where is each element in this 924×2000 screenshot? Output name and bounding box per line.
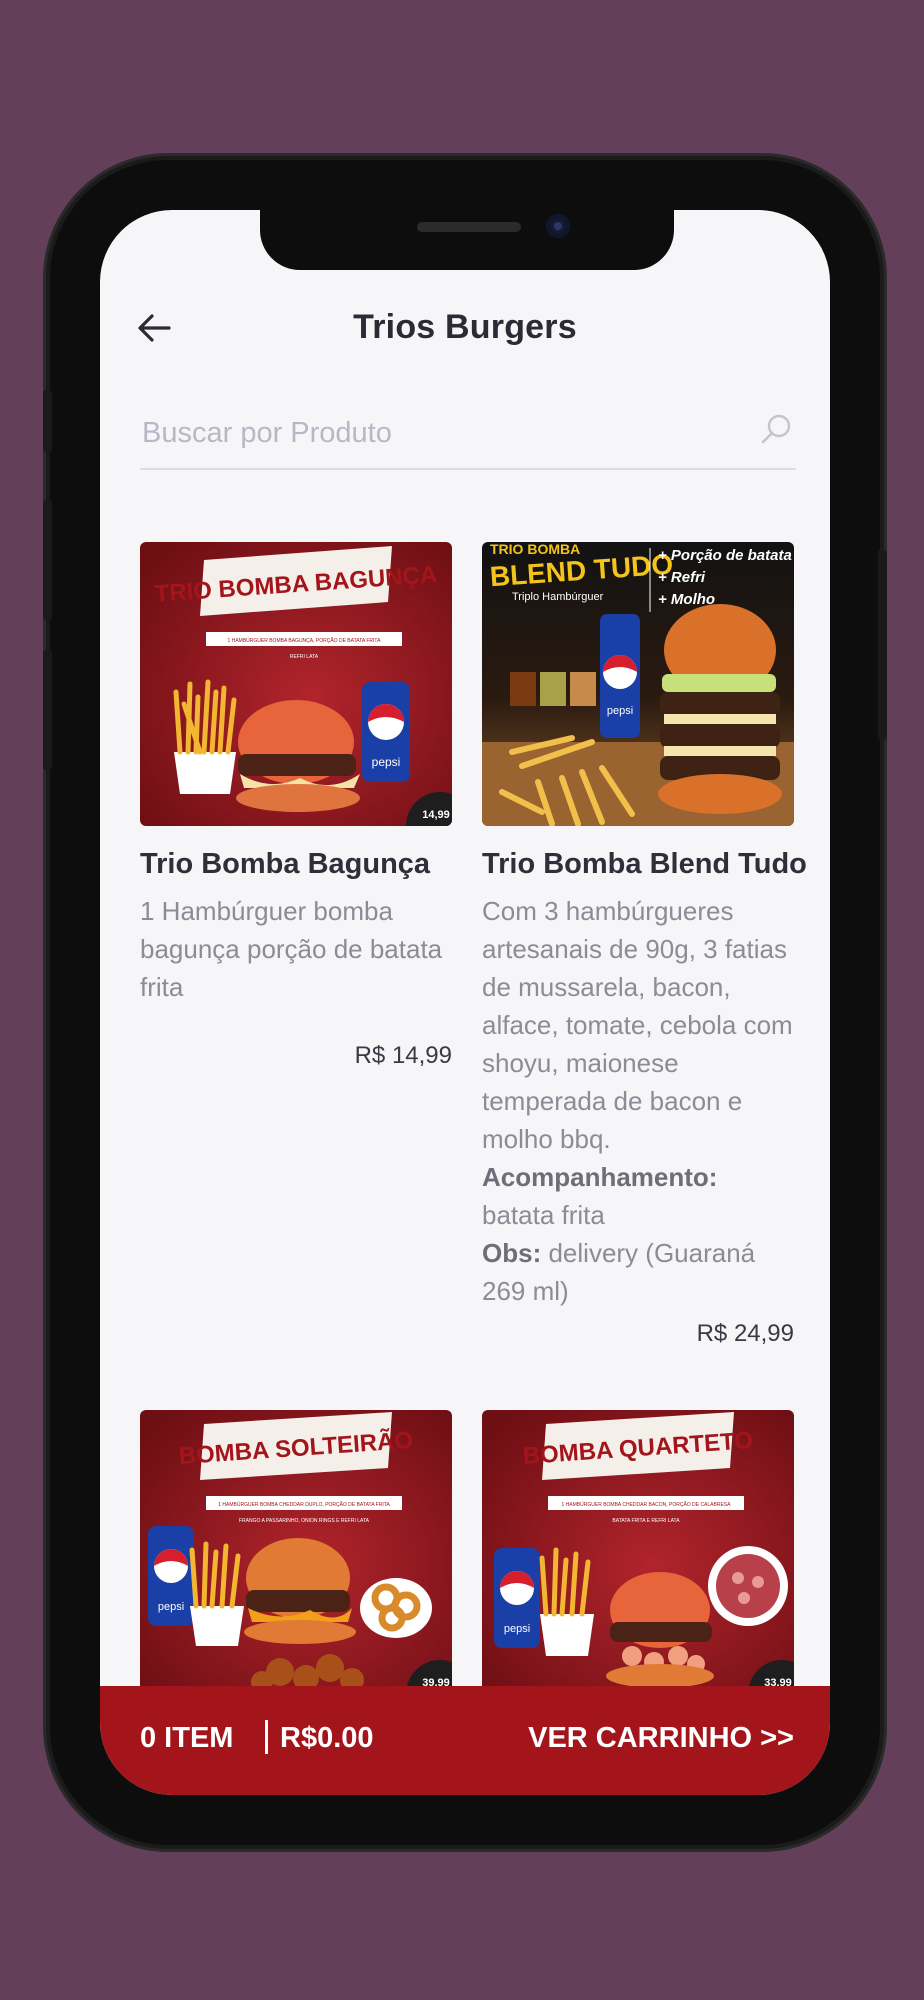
- product-photo: TRIO BOMBA BLEND TUDO Triplo Hambúrguer …: [482, 542, 794, 826]
- svg-text:pepsi: pepsi: [372, 755, 401, 769]
- svg-text:1 HAMBÚRGUER BOMBA CHEDDAR DUP: 1 HAMBÚRGUER BOMBA CHEDDAR DUPLO, PORÇÃO…: [218, 1501, 390, 1508]
- cart-divider: [265, 1720, 268, 1754]
- app-screen: Trios Burgers TRIO: [100, 210, 830, 1795]
- svg-text:pepsi: pepsi: [607, 705, 633, 717]
- product-photo: BOMBA SOLTEIRÃO 1 HAMBÚRGUER BOMBA CHEDD…: [140, 1410, 452, 1694]
- svg-text:Triplo Hambúrguer: Triplo Hambúrguer: [512, 591, 604, 603]
- svg-text:1 HAMBÚRGUER BOMBA BAGUNÇA, PO: 1 HAMBÚRGUER BOMBA BAGUNÇA, PORÇÃO DE BA…: [228, 637, 382, 644]
- svg-text:+ Porção de batata: + Porção de batata: [658, 547, 792, 564]
- product-name: Trio Bomba Bagunça: [140, 848, 431, 880]
- obs-label: Obs:: [482, 1238, 542, 1268]
- search-bar: [140, 400, 796, 470]
- product-card[interactable]: TRIO BOMBA BAGUNÇA 1 HAMBÚRGUER BOMBA BA…: [140, 542, 452, 1082]
- svg-text:REFRI LATA: REFRI LATA: [290, 654, 319, 660]
- volume-up-button: [43, 500, 52, 620]
- page-title: Trios Burgers: [353, 308, 577, 346]
- svg-text:14,99: 14,99: [422, 809, 450, 821]
- product-image[interactable]: BOMBA SOLTEIRÃO 1 HAMBÚRGUER BOMBA CHEDD…: [140, 1410, 452, 1694]
- svg-text:1 HAMBÚRGUER BOMBA CHEDDAR BAC: 1 HAMBÚRGUER BOMBA CHEDDAR BACON, PORÇÃO…: [562, 1501, 732, 1508]
- cart-bar[interactable]: 0 ITEM R$0.00 VER CARRINHO >>: [100, 1686, 830, 1795]
- product-card[interactable]: BOMBA QUARTETO 1 HAMBÚRGUER BOMBA CHEDDA…: [482, 1410, 794, 1694]
- front-camera: [546, 214, 570, 238]
- search-icon[interactable]: [758, 412, 794, 448]
- view-cart-button[interactable]: VER CARRINHO >>: [528, 1722, 794, 1755]
- mute-switch: [43, 390, 52, 452]
- product-card[interactable]: TRIO BOMBA BLEND TUDO Triplo Hambúrguer …: [482, 542, 807, 1347]
- notch: [260, 210, 674, 270]
- svg-text:+ Refri: + Refri: [658, 569, 706, 586]
- product-photo: TRIO BOMBA BAGUNÇA 1 HAMBÚRGUER BOMBA BA…: [140, 542, 452, 826]
- cart-total: R$0.00: [280, 1722, 374, 1754]
- svg-text:TRIO BOMBA: TRIO BOMBA: [490, 542, 580, 557]
- product-card[interactable]: BOMBA SOLTEIRÃO 1 HAMBÚRGUER BOMBA CHEDD…: [140, 1410, 452, 1694]
- volume-down-button: [43, 650, 52, 770]
- product-image[interactable]: TRIO BOMBA BAGUNÇA 1 HAMBÚRGUER BOMBA BA…: [140, 542, 452, 826]
- product-image[interactable]: BOMBA QUARTETO 1 HAMBÚRGUER BOMBA CHEDDA…: [482, 1410, 794, 1694]
- product-price: R$ 14,99: [354, 1042, 452, 1069]
- accompaniment-label: Acompanhamento:: [482, 1162, 718, 1192]
- app-header: Trios Burgers: [100, 300, 830, 360]
- product-name: Trio Bomba Blend Tudo: [482, 848, 807, 880]
- product-description: Com 3 hambúrgueres artesanais de 90g, 3 …: [482, 892, 794, 1310]
- product-description: 1 Hambúrguer bomba bagunça porção de bat…: [140, 896, 443, 1002]
- power-button: [878, 550, 887, 740]
- product-photo: BOMBA QUARTETO 1 HAMBÚRGUER BOMBA CHEDDA…: [482, 1410, 794, 1694]
- product-price: R$ 24,99: [696, 1320, 794, 1347]
- phone-frame: Trios Burgers TRIO: [43, 160, 887, 1845]
- svg-text:pepsi: pepsi: [504, 1623, 530, 1635]
- cart-item-count: 0 ITEM: [140, 1722, 234, 1754]
- speaker-grille: [417, 222, 521, 232]
- accompaniment-value: batata frita: [482, 1200, 605, 1230]
- description-text: Com 3 hambúrgueres artesanais de 90g, 3 …: [482, 896, 793, 1154]
- product-image[interactable]: TRIO BOMBA BLEND TUDO Triplo Hambúrguer …: [482, 542, 794, 826]
- svg-text:BATATA FRITA E REFRI LATA: BATATA FRITA E REFRI LATA: [612, 1518, 680, 1524]
- svg-text:pepsi: pepsi: [158, 1601, 184, 1613]
- search-input[interactable]: [140, 410, 734, 456]
- svg-text:FRANGO A PASSARINHO, ONION RIN: FRANGO A PASSARINHO, ONION RINGS E REFRI…: [239, 1518, 370, 1524]
